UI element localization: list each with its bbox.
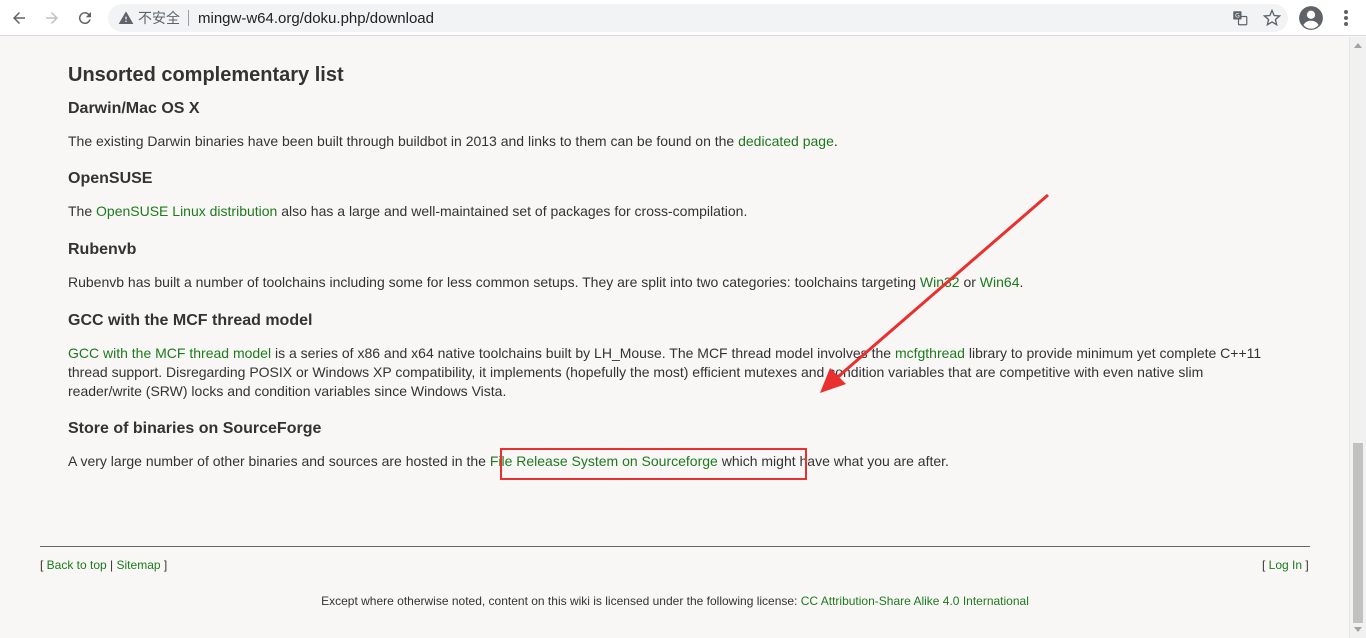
heading-darwin: Darwin/Mac OS X: [68, 100, 200, 117]
back-button[interactable]: [5, 4, 33, 32]
footer-nav-left: [ Back to top | Sitemap ]: [40, 558, 167, 572]
bracket: [: [40, 558, 47, 572]
paragraph-line: thread support. Disregarding POSIX or Wi…: [68, 364, 1204, 380]
back-to-top-link[interactable]: Back to top: [47, 558, 107, 572]
account-avatar-icon[interactable]: [1298, 5, 1324, 31]
scroll-down-arrow-icon[interactable]: [1354, 627, 1362, 632]
arrow-right-icon: [46, 11, 58, 24]
license-notice: Except where otherwise noted, content on…: [0, 594, 1350, 608]
paragraph-text: The: [68, 203, 97, 219]
annotation-arrow-icon: [820, 193, 1049, 393]
paragraph-text: also has a large and well-maintained set…: [277, 203, 748, 219]
heading-mcf: GCC with the MCF thread model: [68, 312, 313, 329]
address-bar[interactable]: 不安全 mingw-w64.org/doku.php/download G: [108, 4, 1288, 32]
license-text: Except where otherwise noted, content on…: [321, 594, 801, 608]
forward-button[interactable]: [38, 4, 66, 32]
bookmark-star-icon[interactable]: [1262, 8, 1282, 28]
sitemap-link[interactable]: Sitemap: [117, 558, 161, 572]
scroll-up-arrow-icon[interactable]: [1354, 43, 1362, 48]
link-gcc-mcf[interactable]: GCC with the MCF thread model: [68, 345, 271, 361]
paragraph-line: GCC with the MCF thread model is a serie…: [68, 344, 1298, 363]
log-in-link[interactable]: Log In: [1269, 558, 1302, 572]
link-opensuse[interactable]: OpenSUSE Linux distribution: [96, 203, 277, 219]
heading-opensuse: OpenSUSE: [68, 170, 153, 187]
insecure-label[interactable]: 不安全: [138, 8, 180, 28]
translate-icon[interactable]: G: [1230, 8, 1250, 28]
browser-menu-icon[interactable]: [1336, 8, 1356, 28]
paragraph-line: reader/write (SRW) locks and condition v…: [68, 383, 507, 399]
page-scrollbar[interactable]: [1349, 37, 1366, 638]
bracket: ]: [160, 558, 168, 572]
annotation-highlight-box: [500, 448, 807, 480]
license-link[interactable]: CC Attribution-Share Alike 4.0 Internati…: [801, 594, 1029, 608]
page-section-heading: Unsorted complementary list: [68, 64, 344, 86]
paragraph-text: The existing Darwin binaries have been b…: [68, 133, 739, 149]
svg-text:G: G: [1235, 13, 1240, 20]
scrollbar-thumb[interactable]: [1353, 443, 1363, 623]
reload-icon: [78, 11, 91, 24]
footer-divider: [40, 546, 1310, 547]
arrow-left-icon: [13, 11, 25, 24]
cut-off-text-line: [68, 28, 248, 40]
separator: |: [106, 558, 117, 572]
paragraph-text: .: [833, 133, 838, 149]
warning-icon[interactable]: [118, 10, 134, 26]
bracket: ]: [1302, 558, 1309, 572]
paragraph-opensuse: The OpenSUSE Linux distribution also has…: [68, 202, 747, 221]
url-text[interactable]: mingw-w64.org/doku.php/download: [198, 10, 434, 27]
paragraph-text: Rubenvb has built a number of toolchains…: [68, 274, 920, 290]
heading-rubenvb: Rubenvb: [68, 241, 137, 258]
paragraph-darwin: The existing Darwin binaries have been b…: [68, 132, 838, 151]
link-dedicated-page[interactable]: dedicated page: [738, 133, 834, 149]
paragraph-text: A very large number of other binaries an…: [68, 453, 490, 469]
paragraph-mcf: GCC with the MCF thread model is a serie…: [68, 344, 1298, 401]
bracket: [: [1262, 558, 1269, 572]
paragraph-text: is a series of x86 and x64 native toolch…: [271, 345, 895, 361]
divider: [188, 10, 189, 26]
footer-nav-right: [ Log In ]: [1262, 558, 1309, 572]
heading-sourceforge: Store of binaries on SourceForge: [68, 420, 322, 437]
